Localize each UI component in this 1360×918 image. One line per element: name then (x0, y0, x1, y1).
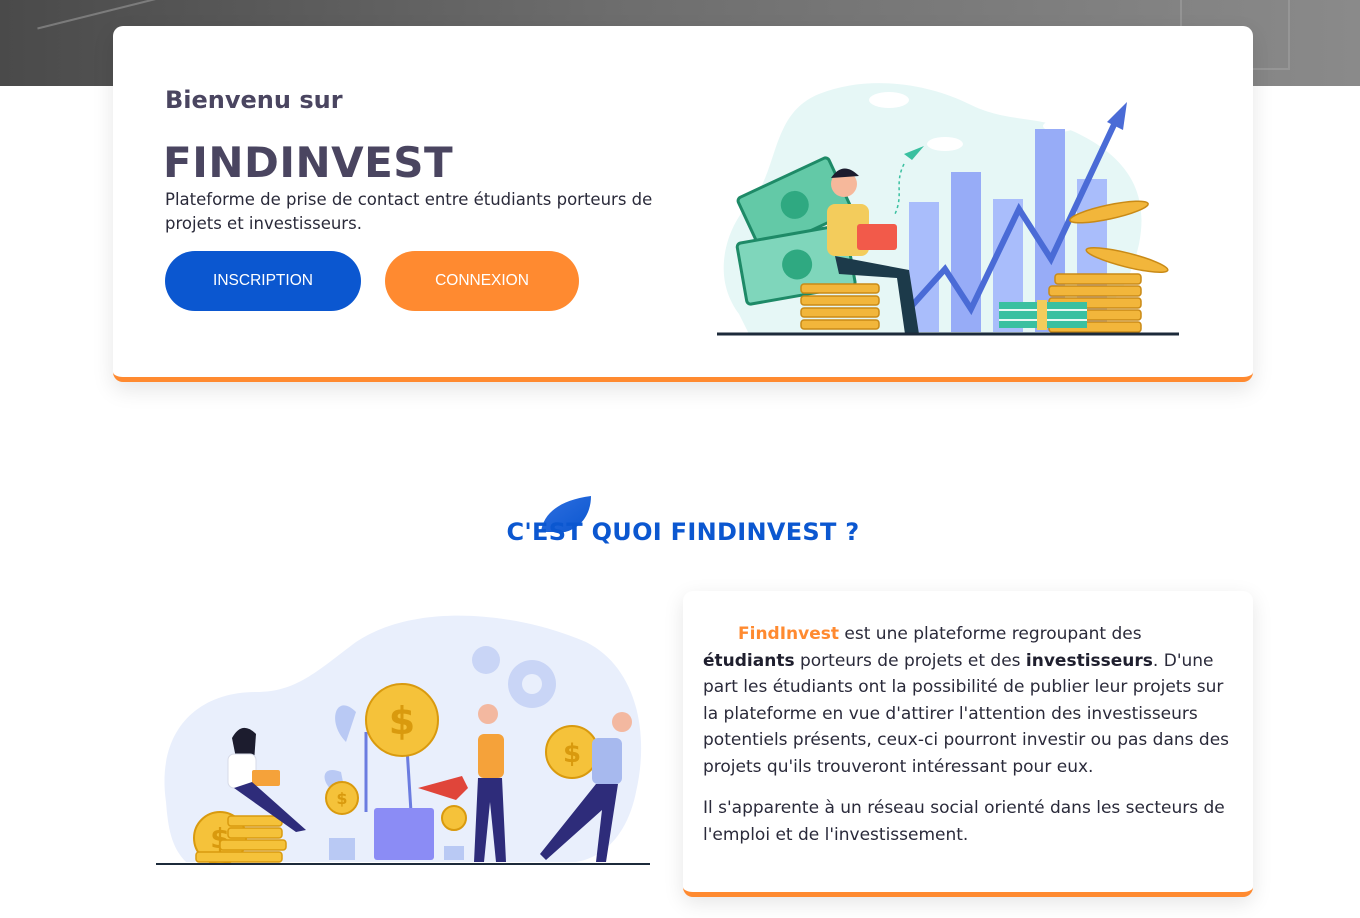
about-section-header: C'EST QUOI FINDINVEST ? (0, 490, 1360, 550)
money-plants-illustration: $$ $$ (156, 615, 650, 865)
students-highlight: étudiants (703, 650, 795, 671)
welcome-text: Bienvenu sur (165, 86, 343, 114)
login-button[interactable]: CONNEXION (385, 251, 579, 311)
about-paragraph-1: FindInvest est une plateforme regroupant… (703, 621, 1235, 780)
signup-button[interactable]: INSCRIPTION (165, 251, 361, 311)
brand-highlight: FindInvest (738, 624, 839, 644)
hero-card: Bienvenu sur FINDINVEST Plateforme de pr… (113, 26, 1253, 382)
section-title: C'EST QUOI FINDINVEST ? (506, 518, 860, 546)
about-text: porteurs de projets et des (794, 650, 1026, 671)
growth-chart-illustration (717, 83, 1179, 336)
investors-highlight: investisseurs (1025, 650, 1153, 671)
svg-text:$: $ (336, 789, 347, 808)
hero-tagline: Plateforme de prise de contact entre étu… (165, 190, 653, 233)
about-text: est une plateforme regroupant des (839, 624, 1142, 644)
brand-title: FINDINVEST (163, 138, 454, 187)
svg-text:$: $ (389, 699, 415, 743)
about-paragraph-2: Il s'apparente à un réseau social orient… (703, 798, 1225, 845)
svg-text:$: $ (563, 739, 581, 769)
about-card: FindInvest est une plateforme regroupant… (683, 591, 1253, 897)
